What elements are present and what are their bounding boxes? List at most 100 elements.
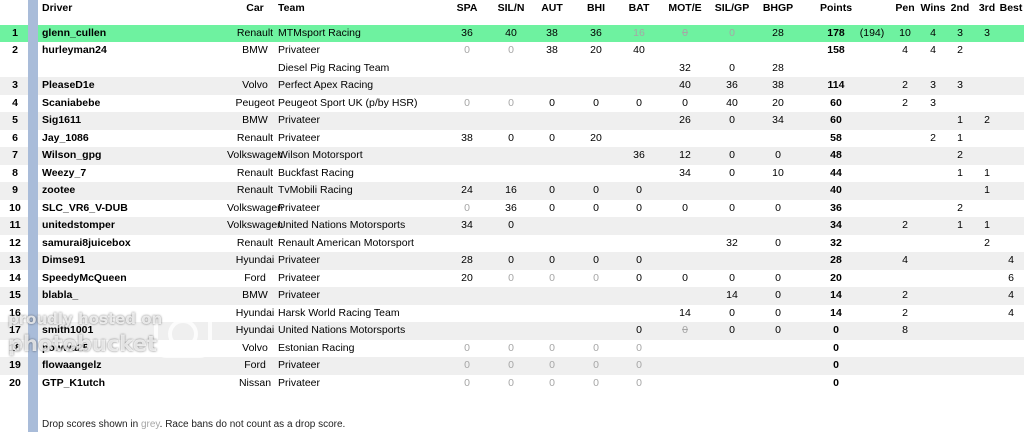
cell-team: Renault American Motorsport [278, 236, 414, 249]
cell-pen: 2 [902, 79, 908, 91]
cell-driver: hurleyman24 [42, 44, 107, 56]
table-header: Driver Car Team SPA SIL/N AUT BHI BAT MOT/E SIL/G… [0, 0, 1024, 18]
cell-third [976, 130, 998, 148]
cell-pen: 4 [902, 44, 908, 56]
cell-team: United Nations Motorsports [278, 219, 406, 231]
cell-pen [893, 60, 917, 78]
table-row: 10 SLC_VR6_V-DUB Volkswagen Privateer 0 36 0 0 0… [0, 200, 1024, 218]
footer-note: Drop scores shown in grey. Race bans do … [42, 419, 345, 430]
cell-driver: SLC_VR6_V-DUB [42, 201, 128, 214]
cell-aut [528, 235, 576, 253]
left-accent-bar [28, 0, 38, 432]
cell-third [976, 77, 998, 95]
cell-team: Privateer [278, 131, 321, 144]
cell-bhgp: 10 [772, 166, 784, 179]
cell-aut [528, 217, 576, 235]
cell-pos: 10 [9, 201, 21, 214]
cell-driver: SpeedyMcQueen [42, 271, 127, 284]
cell-driver: Wilson_gpg [42, 149, 102, 161]
cell-wins [919, 112, 947, 130]
cell-bhgp: 0 [775, 306, 781, 319]
cell-pos: 16 [9, 306, 21, 319]
cell-aut [528, 77, 576, 95]
cell-driver: glenn_cullen [42, 26, 107, 39]
cell-driver: flowaangelz [42, 359, 102, 371]
cell-bhgp [750, 252, 806, 270]
cell-aut: 0 [549, 96, 555, 109]
cell-wins [919, 147, 947, 165]
header-drop[interactable] [852, 0, 892, 18]
cell-aut: 0 [549, 376, 555, 389]
header-bhgp[interactable]: BHGP [750, 0, 806, 18]
cell-best [998, 322, 1024, 340]
table-row: 19 flowaangelz Ford Privateer 0 0 0 0 0 0 [0, 357, 1024, 375]
cell-aut: 0 [549, 184, 555, 196]
cell-team: Wilson Motorsport [278, 149, 363, 161]
cell-aut [528, 165, 576, 183]
header-second[interactable]: 2nd [948, 0, 972, 18]
cell-team: TvMobili Racing [278, 184, 353, 196]
cell-second: 1 [957, 114, 963, 126]
cell-second: 2 [957, 149, 963, 161]
cell-team: Privateer [278, 376, 321, 389]
cell-pos [0, 60, 30, 78]
table-row: 12 samurai8juicebox Renault Renault America… [0, 235, 1024, 253]
cell-aut [528, 287, 576, 305]
header-best[interactable]: Best [998, 0, 1024, 18]
cell-third [976, 375, 998, 393]
header-aut[interactable]: AUT [528, 0, 576, 18]
cell-drop [852, 95, 892, 113]
cell-best [998, 375, 1024, 393]
header-pen[interactable]: Pen [893, 0, 917, 18]
table-row: 18 powwa25 Volvo Estonian Racing 0 0 0 0 0 0 [0, 340, 1024, 358]
cell-wins [919, 165, 947, 183]
cell-best [998, 112, 1024, 130]
table-row: 7 Wilson_gpg Volkswagen Wilson Motorsport 36… [0, 147, 1024, 165]
cell-third [976, 340, 998, 358]
header-driver[interactable]: Driver [42, 0, 192, 18]
cell-best [998, 182, 1024, 200]
footer-prefix: Drop scores shown in [42, 419, 141, 430]
table-row: 8 Weezy_7 Renault Buckfast Racing 34 0 10 44 1 1 [0, 165, 1024, 183]
cell-wins [919, 322, 947, 340]
cell-drop [852, 147, 892, 165]
table-row: 3 PleaseD1e Volvo Perfect Apex Racing 40 36 38… [0, 77, 1024, 95]
header-pos[interactable] [0, 0, 30, 18]
cell-aut [528, 60, 576, 78]
cell-third: 1 [984, 166, 990, 179]
table-row: 15 blabla_ BMW Privateer 14 0 14 2 4 [0, 287, 1024, 305]
table-row: 2 hurleyman24 BMW Privateer 0 0 38 20 40 158 4 4 2 [0, 42, 1024, 60]
header-team[interactable]: Team [278, 0, 448, 18]
table-row: 4 Scaniabebe Peugeot Peugeot Sport UK (p/by… [0, 95, 1024, 113]
cell-drop [852, 287, 892, 305]
cell-third: 1 [984, 219, 990, 231]
cell-drop [852, 252, 892, 270]
cell-pos: 13 [9, 254, 21, 266]
cell-driver: unitedstomper [42, 219, 115, 231]
header-wins[interactable]: Wins [919, 0, 947, 18]
cell-best: 4 [1008, 289, 1014, 301]
cell-pen [893, 147, 917, 165]
cell-pen: 2 [902, 219, 908, 231]
cell-driver: Jay_1086 [42, 131, 89, 144]
cell-third [976, 287, 998, 305]
cell-best [998, 235, 1024, 253]
cell-aut: 38 [546, 44, 558, 56]
footer-suffix: . Race bans do not count as a drop score… [159, 419, 346, 430]
cell-aut: 0 [549, 131, 555, 144]
cell-third [976, 322, 998, 340]
cell-second [948, 270, 972, 288]
cell-second [948, 182, 972, 200]
cell-bhgp [750, 340, 806, 358]
cell-bhgp [750, 130, 806, 148]
header-third[interactable]: 3rd [976, 0, 998, 18]
cell-bhgp [750, 217, 806, 235]
cell-aut: 38 [546, 26, 558, 39]
cell-pos: 19 [9, 359, 21, 371]
cell-wins [919, 340, 947, 358]
cell-wins [919, 305, 947, 323]
cell-bhgp: 34 [772, 114, 784, 126]
table-row: 6 Jay_1086 Renault Privateer 38 0 0 20 58 2 1 [0, 130, 1024, 148]
cell-aut [528, 322, 576, 340]
table-row: 16 Hyundai Harsk World Racing Team 14 0 0 14 2 4 [0, 305, 1024, 323]
